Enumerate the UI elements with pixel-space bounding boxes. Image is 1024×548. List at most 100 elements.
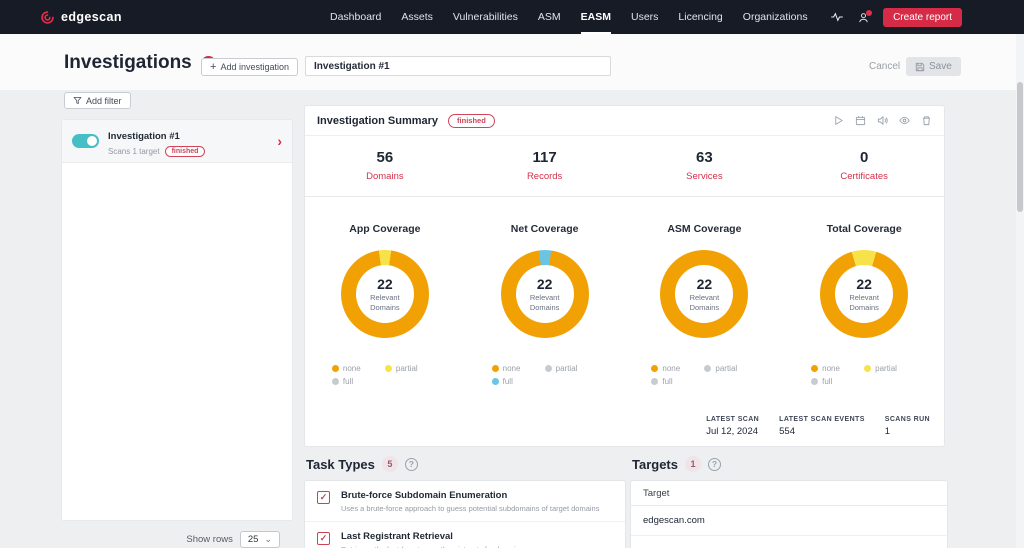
summary-status-badge: finished [448,114,495,128]
coverage-title: Net Coverage [511,223,579,235]
target-row[interactable]: edgescan.com [631,506,947,536]
page-title-wrap: Investigations 1 [64,52,216,74]
task-name: Last Registrant Retrieval [341,531,613,542]
investigation-toggle[interactable] [72,134,99,148]
targets-column-header: Target [631,481,947,506]
add-investigation-button[interactable]: + Add investigation [201,58,298,76]
targets-title: Targets [632,457,678,472]
legend-dot [332,365,339,372]
cancel-button[interactable]: Cancel [869,61,900,72]
main-nav: Dashboard Assets Vulnerabilities ASM EAS… [330,0,808,34]
coverage-title: ASM Coverage [667,223,741,235]
legend-label: partial [396,364,418,373]
footer-latest-scan: LATEST SCAN Jul 12, 2024 [706,416,759,437]
legend-dot [704,365,711,372]
save-label: Save [929,61,952,72]
show-rows-control: Show rows 25 ⌄ [62,531,280,548]
task-types-heading: Task Types 5 ? [306,456,418,472]
task-types-card: ✓ Brute-force Subdomain Enumeration Uses… [304,480,626,548]
investigation-subtitle: Scans 1 target [108,147,160,156]
delete-button[interactable] [921,115,932,126]
investigation-list-panel: Investigation #1 Scans 1 target finished… [62,120,292,520]
footer-scans-run: SCANS RUN 1 [885,416,930,437]
coverage-asm: ASM Coverage 22 Relevant Domains none pa… [625,223,785,386]
scrollbar-thumb[interactable] [1017,82,1023,212]
legend-label: partial [875,364,897,373]
broadcast-button[interactable] [877,115,888,126]
help-icon[interactable]: ? [405,458,418,471]
asm-coverage-donut: 22 Relevant Domains [660,250,748,338]
legend-dot [811,378,818,385]
calendar-icon [855,115,866,126]
schedule-button[interactable] [855,115,866,126]
investigation-list-item[interactable]: Investigation #1 Scans 1 target finished… [62,120,292,163]
summary-actions [833,115,932,126]
nav-users[interactable]: Users [631,0,658,34]
edgescan-logo-icon [40,10,55,25]
legend-label: partial [715,364,737,373]
nav-dashboard[interactable]: Dashboard [330,0,381,34]
top-navbar: edgescan Dashboard Assets Vulnerabilitie… [0,0,1024,34]
donut-center: 22 Relevant Domains [356,265,414,323]
page-title: Investigations [64,52,192,74]
coverage-title: App Coverage [349,223,420,235]
task-name: Brute-force Subdomain Enumeration [341,490,613,501]
create-report-button[interactable]: Create report [883,8,962,27]
stat-records: 117 Records [465,149,625,182]
checkbox-checked-icon[interactable]: ✓ [317,491,330,504]
legend-dot [651,365,658,372]
add-investigation-label: Add investigation [220,62,289,72]
donut-legend: none partial full [811,364,917,386]
filter-icon [73,96,82,105]
help-icon[interactable]: ? [708,458,721,471]
activity-icon[interactable] [830,12,844,22]
net-coverage-donut: 22 Relevant Domains [501,250,589,338]
donut-center: 22 Relevant Domains [675,265,733,323]
rows-per-page-select[interactable]: 25 ⌄ [240,531,280,548]
coverage-total: Total Coverage 22 Relevant Domains none … [784,223,944,386]
legend-dot [492,378,499,385]
nav-asm[interactable]: ASM [538,0,561,34]
legend-label: full [822,377,832,386]
task-item: ✓ Brute-force Subdomain Enumeration Uses… [305,481,625,522]
legend-dot [545,365,552,372]
legend-label: none [662,364,680,373]
save-button[interactable]: Save [906,57,961,76]
nav-assets[interactable]: Assets [401,0,433,34]
edgescan-logo[interactable]: edgescan [40,10,122,25]
summary-title: Investigation Summary [317,115,438,127]
nav-organizations[interactable]: Organizations [743,0,808,34]
legend-label: partial [556,364,578,373]
legend-dot [864,365,871,372]
donut-legend: none partial full [492,364,598,386]
summary-card-header: Investigation Summary finished [305,106,944,136]
donut-center: 22 Relevant Domains [835,265,893,323]
task-item: ✓ Last Registrant Retrieval Retrieves th… [305,522,625,548]
footer-latest-scan-events: LATEST SCAN EVENTS 554 [779,416,865,437]
nav-licencing[interactable]: Licencing [678,0,722,34]
checkbox-checked-icon[interactable]: ✓ [317,532,330,545]
user-menu[interactable] [858,12,869,23]
toggle-knob [87,136,97,146]
donut-center: 22 Relevant Domains [516,265,574,323]
trash-icon [921,115,932,126]
investigation-name-input[interactable] [305,56,611,76]
coverage-net: Net Coverage 22 Relevant Domains none pa… [465,223,625,386]
coverage-app: App Coverage 22 Relevant Domains none pa… [305,223,465,386]
legend-label: full [503,377,513,386]
add-filter-button[interactable]: Add filter [64,92,131,109]
navbar-right: Create report [830,0,962,34]
status-badge: finished [165,146,206,157]
legend-label: none [343,364,361,373]
task-types-title: Task Types [306,457,375,472]
run-scan-button[interactable] [833,115,844,126]
nav-easm[interactable]: EASM [581,0,611,34]
view-button[interactable] [899,115,910,126]
brand-name: edgescan [61,10,122,24]
legend-dot [385,365,392,372]
nav-vulnerabilities[interactable]: Vulnerabilities [453,0,518,34]
legend-dot [651,378,658,385]
task-description: Uses a brute-force approach to guess pot… [341,504,613,513]
legend-dot [811,365,818,372]
investigation-name: Investigation #1 [108,131,180,142]
